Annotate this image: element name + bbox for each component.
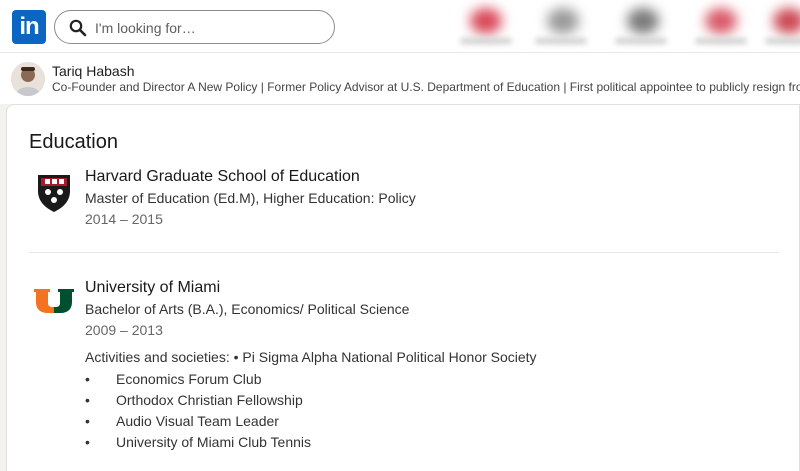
- avatar[interactable]: [11, 62, 45, 96]
- section-title: Education: [29, 131, 118, 153]
- profile-sticky-header: Tariq Habash Co-Founder and Director A N…: [0, 52, 800, 104]
- nav-item-blurred: [470, 8, 502, 34]
- date-range: 2009 – 2013: [85, 322, 163, 338]
- search-icon: [69, 19, 87, 37]
- nav-label-blurred: [460, 38, 512, 44]
- activity-text: Economics Forum Club: [116, 371, 262, 387]
- nav-icons-blurred: [455, 0, 800, 52]
- activities-societies: Activities and societies: • Pi Sigma Alp…: [85, 349, 537, 365]
- degree: Master of Education (Ed.M), Higher Educa…: [85, 190, 416, 206]
- search-input[interactable]: [95, 17, 325, 39]
- profile-name[interactable]: Tariq Habash: [52, 63, 135, 79]
- nav-item-blurred: [773, 8, 800, 34]
- miami-u-logo[interactable]: [34, 287, 74, 315]
- nav-label-blurred: [765, 38, 800, 44]
- nav-label-blurred: [695, 38, 747, 44]
- nav-item-blurred: [705, 8, 737, 34]
- list-item: • Orthodox Christian Fellowship: [85, 392, 303, 408]
- degree: Bachelor of Arts (B.A.), Economics/ Poli…: [85, 301, 410, 317]
- education-section: Education Harvard Graduate School of Edu…: [6, 104, 800, 471]
- activity-text: Audio Visual Team Leader: [116, 413, 279, 429]
- search-box[interactable]: [54, 10, 335, 44]
- divider: [29, 252, 779, 253]
- profile-headline: Co-Founder and Director A New Policy | F…: [52, 80, 800, 94]
- nav-item-blurred: [547, 8, 579, 34]
- linkedin-logo[interactable]: in: [12, 10, 46, 44]
- list-item: • University of Miami Club Tennis: [85, 434, 312, 450]
- top-nav: in: [0, 0, 800, 52]
- activities-list: • Economics Forum Club • Orthodox Christia…: [85, 369, 311, 453]
- nav-label-blurred: [615, 38, 667, 44]
- activity-text: Orthodox Christian Fellowship: [116, 392, 303, 408]
- date-range: 2014 – 2015: [85, 211, 163, 227]
- list-item: • Audio Visual Team Leader: [85, 413, 279, 429]
- school-name[interactable]: Harvard Graduate School of Education: [85, 168, 360, 186]
- school-name[interactable]: University of Miami: [85, 279, 220, 297]
- nav-item-blurred: [627, 8, 659, 34]
- activity-text: University of Miami Club Tennis: [116, 434, 312, 450]
- list-item: • Economics Forum Club: [85, 371, 262, 387]
- nav-label-blurred: [535, 38, 587, 44]
- harvard-shield-logo[interactable]: [35, 173, 73, 213]
